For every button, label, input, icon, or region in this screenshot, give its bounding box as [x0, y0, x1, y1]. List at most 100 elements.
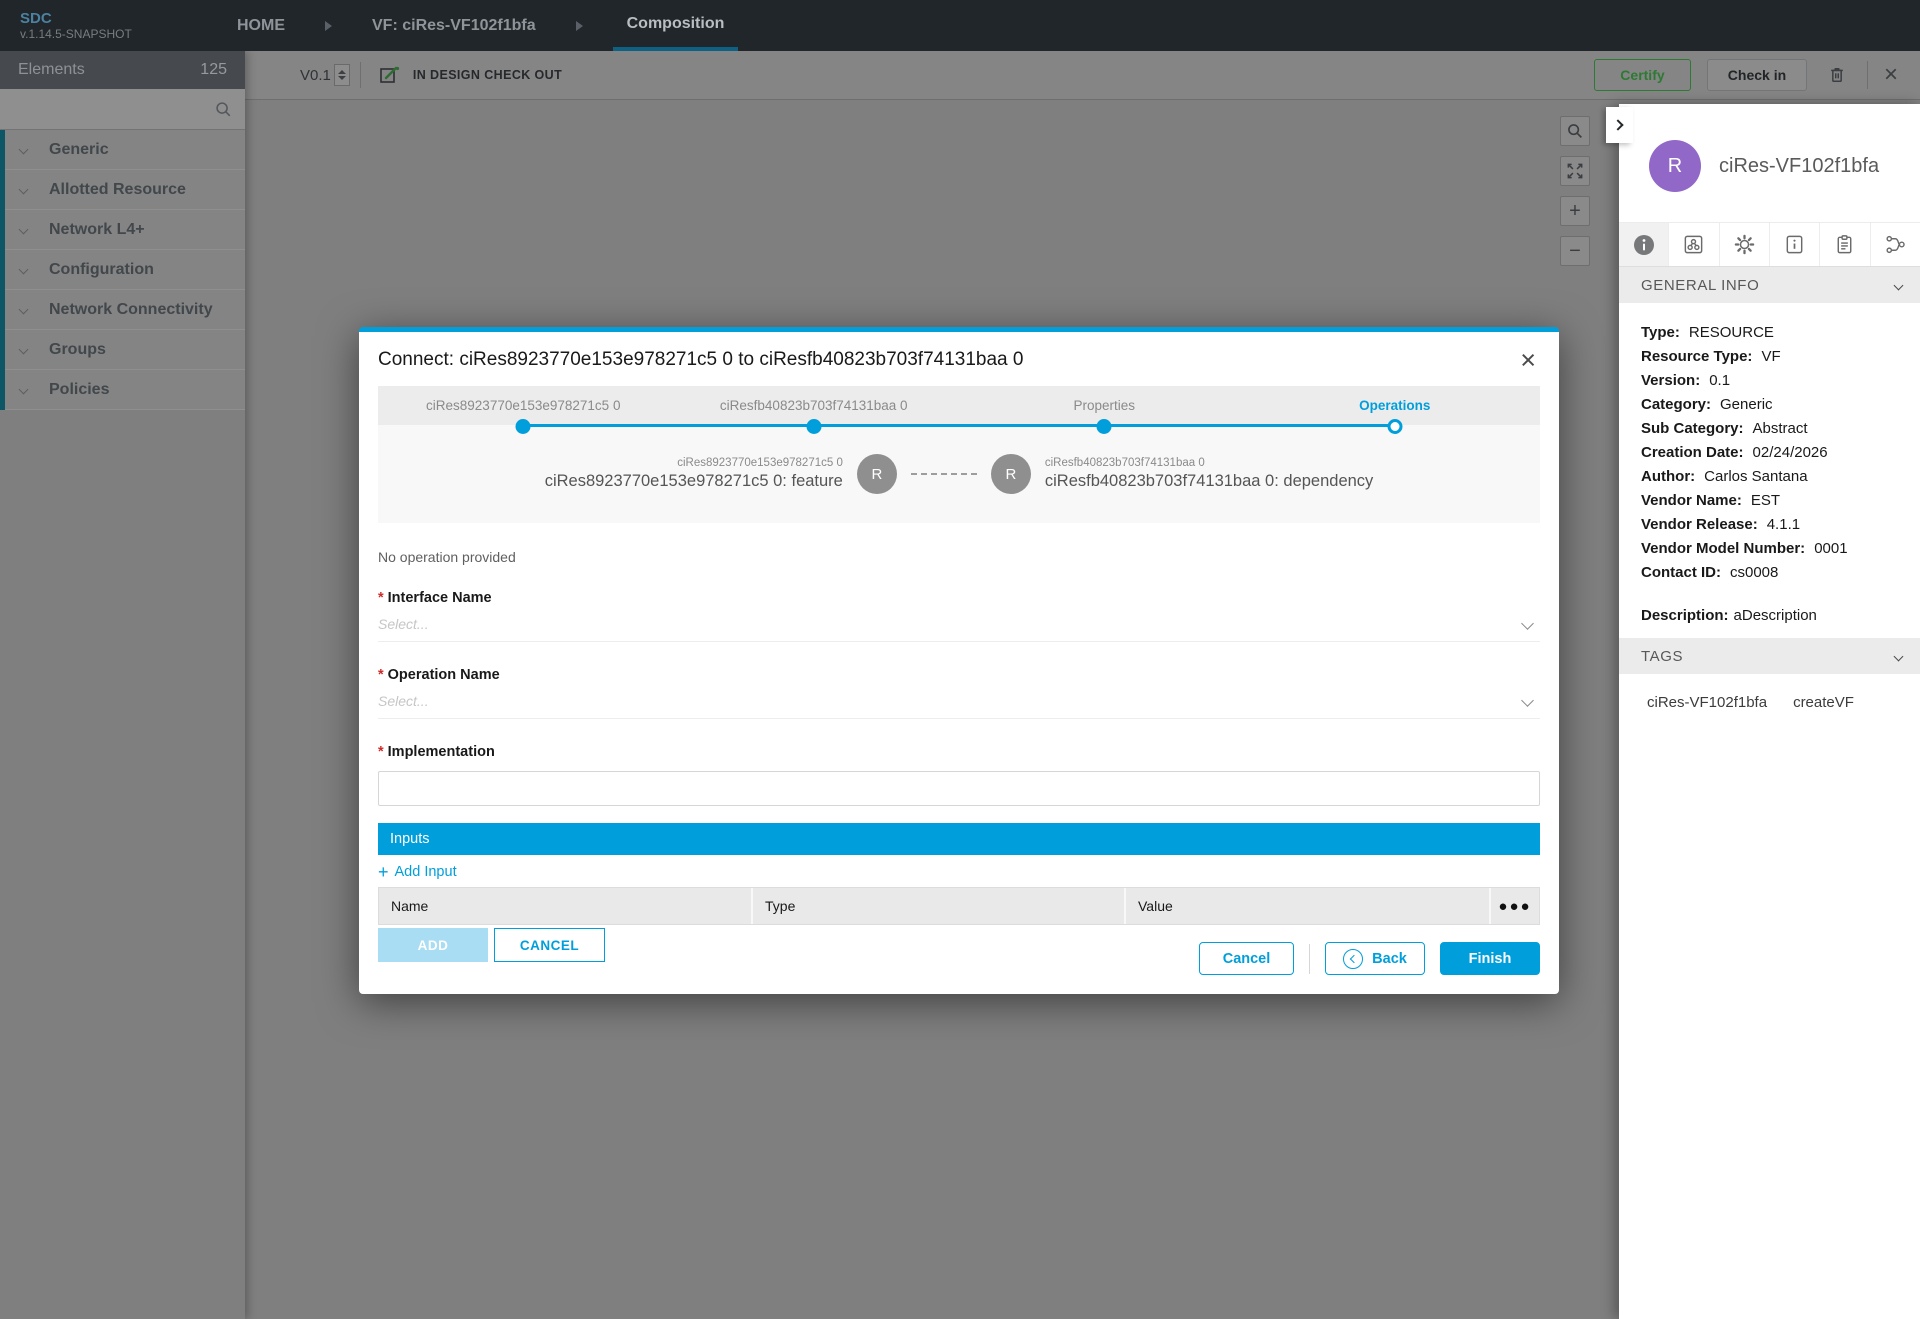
- breadcrumb-home[interactable]: HOME: [227, 0, 295, 51]
- toolbar-divider: [1866, 61, 1868, 89]
- tags-section-header[interactable]: TAGS: [1619, 638, 1920, 674]
- interface-name-select[interactable]: Select...: [378, 606, 1540, 642]
- general-info-section-header[interactable]: GENERAL INFO: [1619, 267, 1920, 303]
- tags-list: ciRes-VF102f1bfa createVF: [1619, 674, 1920, 711]
- info-row-version: Version: 0.1: [1641, 372, 1731, 389]
- chevron-down-icon: [18, 304, 29, 315]
- boxed-info-icon: [1786, 235, 1803, 254]
- elements-count-badge: 125: [200, 61, 227, 78]
- elements-sidebar: Elements 125 Generic Allotted Resource N…: [0, 51, 245, 1319]
- tab-requirements-capabilities[interactable]: [1819, 223, 1869, 266]
- info-row-resource-type: Resource Type: VF: [1641, 348, 1781, 365]
- general-info-title: GENERAL INFO: [1641, 276, 1760, 294]
- sidebar-item-generic[interactable]: Generic: [0, 130, 245, 170]
- version-stepper[interactable]: [333, 64, 350, 86]
- panel-collapse-button[interactable]: [1606, 107, 1633, 143]
- modal-title: Connect: ciRes8923770e153e978271c5 0 to …: [378, 349, 1024, 370]
- finish-button[interactable]: Finish: [1440, 942, 1540, 975]
- toolbar-actions: Certify Check in ×: [1593, 59, 1898, 91]
- sidebar-item-groups[interactable]: Groups: [0, 330, 245, 370]
- step-operations[interactable]: Operations: [1250, 386, 1541, 434]
- avatar: R: [1649, 140, 1701, 192]
- category-accent-stripe: [0, 130, 5, 410]
- artifact-frame-icon: [1685, 235, 1703, 254]
- app-logo[interactable]: SDC v.1.14.5-SNAPSHOT: [0, 10, 227, 41]
- column-actions-dots-icon: ●●●: [1489, 888, 1539, 924]
- step-dot: [1387, 419, 1403, 434]
- tab-properties-settings[interactable]: [1718, 223, 1769, 266]
- add-button[interactable]: ADD: [378, 928, 488, 962]
- tags-title: TAGS: [1641, 647, 1684, 665]
- info-row-contact-id: Contact ID: cs0008: [1641, 564, 1779, 581]
- cancel-button[interactable]: Cancel: [1199, 942, 1294, 975]
- add-input-link[interactable]: + Add Input: [378, 863, 457, 881]
- operation-name-label: * Operation Name: [378, 667, 500, 683]
- element-category-list: Generic Allotted Resource Network L4+ Co…: [0, 130, 245, 410]
- search-icon: [1568, 124, 1582, 138]
- canvas-search-button[interactable]: [1560, 116, 1590, 146]
- sidebar-item-allotted-resource[interactable]: Allotted Resource: [0, 170, 245, 210]
- general-info-fields: Type: RESOURCE Resource Type: VF Version: 0…: [1619, 303, 1920, 585]
- chevron-down-icon: [18, 384, 29, 395]
- sidebar-item-network-l4[interactable]: Network L4+: [0, 210, 245, 250]
- zoom-in-button[interactable]: +: [1560, 196, 1590, 226]
- breadcrumb-composition[interactable]: Composition: [612, 0, 739, 51]
- sidebar-item-configuration[interactable]: Configuration: [0, 250, 245, 290]
- source-node-labels: ciRes8923770e153e978271c5 0 ciRes8923770…: [544, 457, 843, 490]
- check-in-button[interactable]: Check in: [1706, 59, 1807, 91]
- column-type: Type: [751, 888, 1124, 924]
- cancel-input-button[interactable]: CANCEL: [494, 928, 605, 962]
- chevron-right-icon: [1612, 119, 1624, 131]
- tab-deployment-artifacts[interactable]: [1668, 223, 1718, 266]
- tab-general-info[interactable]: [1619, 223, 1669, 266]
- footer-divider: [1309, 943, 1310, 974]
- implementation-label: * Implementation: [378, 744, 495, 760]
- implementation-input[interactable]: [378, 771, 1540, 806]
- zoom-out-button[interactable]: −: [1560, 236, 1590, 266]
- description-row: Description: aDescription: [1641, 607, 1817, 624]
- breadcrumb-separator-icon: [575, 20, 583, 31]
- chevron-down-icon: [18, 264, 29, 275]
- sidebar-item-policies[interactable]: Policies: [0, 370, 245, 410]
- app-version: v.1.14.5-SNAPSHOT: [20, 26, 132, 41]
- chevron-down-icon: [18, 224, 29, 235]
- component-name: ciRes-VF102f1bfa: [1719, 154, 1880, 177]
- workflow-nodes-icon: [1886, 235, 1905, 254]
- chevron-down-icon: [1893, 651, 1904, 661]
- operation-name-select[interactable]: Select...: [378, 683, 1540, 719]
- chevron-down-icon: [18, 184, 29, 195]
- step-to-node[interactable]: ciResfb40823b703f74131baa 0: [669, 386, 960, 434]
- close-workspace-icon[interactable]: ×: [1884, 63, 1898, 87]
- step-dot: [806, 419, 822, 434]
- step-properties[interactable]: Properties: [959, 386, 1250, 434]
- chevron-left-circle-icon: [1343, 948, 1364, 969]
- connection-dashed-line: [910, 473, 977, 475]
- panel-header: R ciRes-VF102f1bfa: [1619, 104, 1920, 192]
- column-value: Value: [1124, 888, 1489, 924]
- component-info-panel: R ciRes-VF102f1bfa GENERAL INFO Type: RE…: [1606, 104, 1920, 1319]
- sidebar-item-network-connectivity[interactable]: Network Connectivity: [0, 290, 245, 330]
- tab-operations-api[interactable]: [1869, 223, 1920, 266]
- target-node-icon: R: [990, 454, 1031, 494]
- toolbar-divider: [359, 62, 361, 88]
- sdc-composition-screen: SDC v.1.14.5-SNAPSHOT HOME VF: ciRes-VF1…: [0, 0, 1920, 1319]
- certify-button[interactable]: Certify: [1593, 59, 1691, 91]
- back-button[interactable]: Back: [1325, 942, 1425, 975]
- elements-search-input[interactable]: [0, 89, 245, 129]
- search-icon: [216, 102, 231, 117]
- breadcrumb: HOME VF: ciRes-VF102f1bfa Composition: [227, 0, 739, 51]
- version-label: V0.1: [300, 66, 331, 84]
- canvas-fit-screen-button[interactable]: [1560, 156, 1590, 186]
- breadcrumb-vf[interactable]: VF: ciRes-VF102f1bfa: [362, 0, 546, 51]
- elements-search: [0, 89, 245, 130]
- expand-icon: [1567, 163, 1583, 179]
- tab-information-artifacts[interactable]: [1768, 223, 1819, 266]
- connect-wizard-modal: Connect: ciRes8923770e153e978271c5 0 to …: [359, 327, 1559, 994]
- close-icon[interactable]: ×: [1520, 347, 1536, 374]
- step-dot: [1096, 419, 1112, 434]
- step-from-node[interactable]: ciRes8923770e153e978271c5 0: [378, 386, 669, 434]
- elements-title: Elements: [18, 61, 85, 78]
- info-row-vendor-name: Vendor Name: EST: [1641, 492, 1781, 509]
- info-row-creation-date: Creation Date: 02/24/2026: [1641, 444, 1828, 461]
- delete-trash-icon[interactable]: [1823, 61, 1851, 89]
